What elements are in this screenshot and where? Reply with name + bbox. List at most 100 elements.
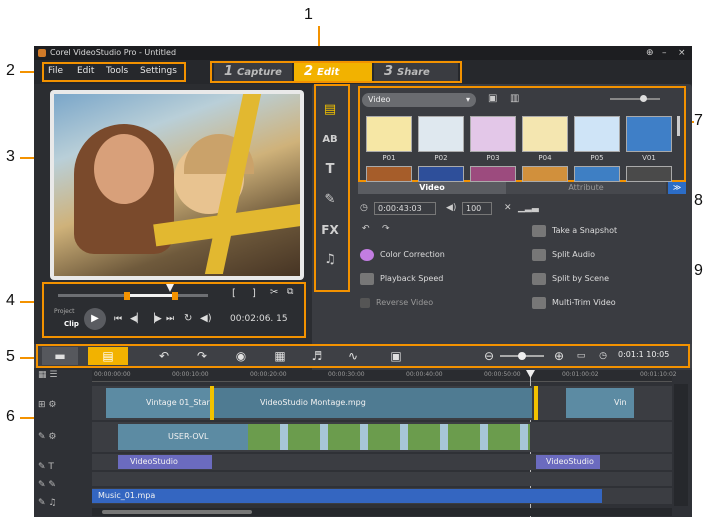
storyboard-view-icon[interactable]: ▬ xyxy=(42,347,78,365)
media-icon[interactable]: ▤ xyxy=(318,98,342,122)
fit-project-icon[interactable]: ▭ xyxy=(574,347,588,365)
motion-track-icon[interactable]: ▣ xyxy=(384,347,408,365)
trim-end-handle[interactable] xyxy=(172,292,178,300)
collapse-options-icon[interactable]: ≫ xyxy=(668,182,686,194)
time-ruler[interactable]: 00:00:00:00 00:00:10:00 00:00:20:00 00:0… xyxy=(92,370,677,382)
audio-waveform-icon[interactable]: ∿ xyxy=(342,347,364,365)
duration-field[interactable]: 0:00:43:03 xyxy=(374,202,436,215)
mute-icon[interactable]: ✕ xyxy=(504,203,512,213)
library-thumb[interactable] xyxy=(470,116,516,152)
end-icon[interactable]: ⏭ xyxy=(166,314,174,324)
trim-start-handle[interactable] xyxy=(124,292,130,300)
library-thumb[interactable] xyxy=(574,116,620,152)
library-thumb[interactable] xyxy=(522,116,568,152)
overlay-clip[interactable]: USER-OVL xyxy=(118,424,248,450)
home-icon[interactable]: ⏮ xyxy=(114,314,122,324)
split-scene-icon xyxy=(532,272,546,285)
library-thumb[interactable] xyxy=(418,116,464,152)
tab-share[interactable]: 3 Share xyxy=(374,63,458,81)
menu-bar: File Edit Tools Settings 1 Capture 2 Edit … xyxy=(34,60,692,84)
tab-attribute[interactable]: Attribute xyxy=(506,182,666,194)
snapshot-option[interactable]: Take a Snapshot xyxy=(532,224,617,238)
clip-volume-field[interactable]: 100 xyxy=(462,202,492,215)
scroll-thumb[interactable] xyxy=(102,510,252,514)
library-scrollbar[interactable] xyxy=(677,116,680,136)
split-clip-icon[interactable]: ✂ xyxy=(270,287,278,298)
graphic-icon[interactable]: ✎ xyxy=(318,188,342,212)
zoom-out-icon[interactable]: ⊖ xyxy=(482,347,496,365)
reverse-video-option[interactable]: Reverse Video xyxy=(360,296,433,310)
menu-settings[interactable]: Settings xyxy=(140,66,177,76)
title-clip[interactable]: VideoStudio xyxy=(118,455,212,469)
play-button[interactable]: ▶ xyxy=(84,308,106,330)
library-dropdown[interactable]: Video ▾ xyxy=(362,93,476,107)
previous-frame-icon[interactable]: ◀▏ xyxy=(130,314,144,324)
library-thumb[interactable] xyxy=(470,166,516,182)
enlarge-icon[interactable]: ⧉ xyxy=(287,287,293,297)
callout-7: 7 xyxy=(694,112,703,129)
track-controls-header[interactable]: ▦ ☰ xyxy=(38,370,90,384)
audio-icon[interactable]: ♫ xyxy=(318,248,342,272)
thumbnail-size-slider[interactable] xyxy=(610,98,660,100)
title-icon[interactable]: T xyxy=(318,158,342,182)
rotate-right-icon[interactable]: ↷ xyxy=(382,224,390,234)
video-clip[interactable]: Vintage 01_Start xyxy=(106,388,212,418)
minimize-button[interactable]: – xyxy=(662,46,667,60)
timeline-view-icon[interactable]: ▤ xyxy=(88,347,128,365)
next-frame-icon[interactable]: ▕▶ xyxy=(148,314,162,324)
mode-project[interactable]: Project xyxy=(54,308,75,315)
library-thumb[interactable] xyxy=(418,166,464,182)
fade-icon[interactable]: ▁▂▃ xyxy=(518,203,539,213)
library-thumb[interactable] xyxy=(366,116,412,152)
close-button[interactable]: × xyxy=(678,46,686,60)
zoom-in-icon[interactable]: ⊕ xyxy=(552,347,566,365)
import-icon[interactable]: ▥ xyxy=(510,93,519,104)
library-thumb[interactable] xyxy=(574,166,620,182)
window-title: Corel VideoStudio Pro - Untitled xyxy=(50,48,177,57)
zoom-knob[interactable] xyxy=(518,352,526,360)
repeat-icon[interactable]: ↻ xyxy=(184,313,192,324)
video-clip[interactable]: VideoStudio Montage.mpg xyxy=(212,388,532,418)
menu-edit[interactable]: Edit xyxy=(77,66,94,76)
library-thumb[interactable] xyxy=(626,116,672,152)
split-scene-option[interactable]: Split by Scene xyxy=(532,272,609,286)
color-correction-option[interactable]: Color Correction xyxy=(360,248,445,262)
voice-track[interactable] xyxy=(92,472,672,486)
player-timecode[interactable]: 00:02:06. 15 xyxy=(230,314,288,324)
playback-speed-option[interactable]: Playback Speed xyxy=(360,272,443,286)
split-audio-option[interactable]: Split Audio xyxy=(532,248,595,262)
redo-icon[interactable]: ↷ xyxy=(192,347,212,365)
scrubber-playhead[interactable] xyxy=(166,284,174,292)
mode-clip[interactable]: Clip xyxy=(64,320,79,328)
menu-file[interactable]: File xyxy=(48,66,63,76)
video-clip[interactable]: Vin xyxy=(566,388,634,418)
tab-edit[interactable]: 2 Edit xyxy=(294,63,372,81)
rotate-left-icon[interactable]: ↶ xyxy=(362,224,370,234)
record-capture-icon[interactable]: ◉ xyxy=(230,347,252,365)
library-thumb[interactable] xyxy=(522,166,568,182)
tab-video-options[interactable]: Video xyxy=(358,182,506,194)
library-thumb[interactable] xyxy=(366,166,412,182)
help-icon[interactable]: ⊕ xyxy=(646,46,654,60)
filter-icon[interactable]: FX xyxy=(318,218,342,242)
tab-capture[interactable]: 1 Capture xyxy=(214,63,292,81)
sound-mixer-icon[interactable]: ▦ xyxy=(268,347,292,365)
thumbnail-size-knob[interactable] xyxy=(640,95,647,102)
overlay-photo-strip[interactable] xyxy=(248,424,530,450)
undo-icon[interactable]: ↶ xyxy=(154,347,174,365)
menu-tools[interactable]: Tools xyxy=(106,66,128,76)
title-clip[interactable]: VideoStudio xyxy=(536,455,600,469)
music-clip[interactable]: Music_01.mpa xyxy=(92,489,602,503)
mark-out-button[interactable]: ] xyxy=(252,288,256,299)
preview-window[interactable] xyxy=(50,90,304,280)
multi-trim-option[interactable]: Multi-Trim Video xyxy=(532,296,616,310)
transition-icon[interactable]: AB xyxy=(318,128,342,152)
volume-icon[interactable]: ◀) xyxy=(200,313,212,324)
timeline-horizontal-scrollbar[interactable] xyxy=(92,508,672,516)
mark-in-button[interactable]: [ xyxy=(232,288,236,299)
library-thumbnails-box: Video ▾ ▣ ▥ P01 P02 P03 P04 P05 V01 xyxy=(358,86,686,182)
library-thumb[interactable] xyxy=(626,166,672,182)
timeline-vertical-scrollbar[interactable] xyxy=(674,384,688,506)
auto-music-icon[interactable]: ♬ xyxy=(306,347,328,365)
add-folder-icon[interactable]: ▣ xyxy=(488,93,497,104)
